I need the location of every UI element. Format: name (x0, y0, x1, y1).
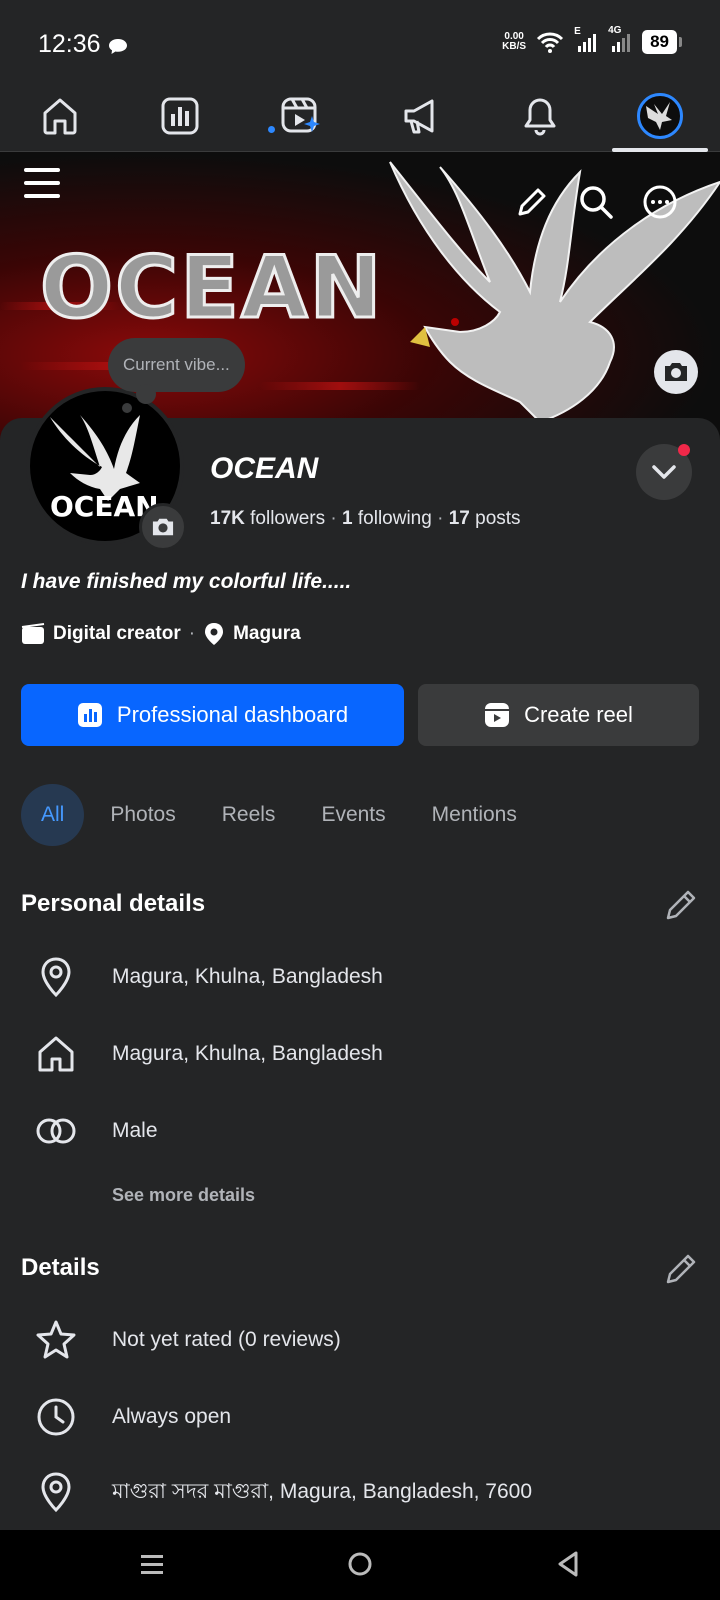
home-button-icon[interactable] (346, 1550, 374, 1578)
camera-icon (665, 363, 687, 381)
profile-avatar (637, 92, 683, 139)
system-navigation-bar (0, 1530, 720, 1600)
profile-location: Magura (233, 623, 301, 644)
nav-reels[interactable] (240, 80, 360, 151)
detail-row-address: মাগুরা সদর মাগুরা, Magura, Bangladesh, 7… (34, 1470, 532, 1514)
wifi-icon (537, 32, 564, 53)
filter-all[interactable]: All (21, 784, 85, 846)
search-icon[interactable] (576, 182, 616, 222)
following-count[interactable]: 1 (342, 508, 353, 529)
vibe-bubble-tail (136, 384, 156, 404)
more-options-icon[interactable] (640, 182, 680, 222)
posts-label: posts (475, 508, 521, 529)
detail-text: Not yet rated (0 reviews) (112, 1328, 341, 1351)
clapperboard-icon (21, 623, 45, 644)
camera-icon (152, 518, 174, 536)
location-pin-icon (41, 1472, 71, 1513)
nav-new-dot (268, 126, 275, 133)
edit-pencil-icon[interactable] (664, 888, 698, 922)
status-bar: 12:36 0.00 KB/S E 4G 89 (0, 0, 720, 80)
back-icon[interactable] (554, 1550, 582, 1578)
megaphone-icon (404, 99, 434, 133)
detail-text: Male (112, 1119, 158, 1142)
profile-name: OCEAN (210, 452, 319, 485)
recent-apps-icon[interactable] (138, 1550, 166, 1578)
profile-bio: I have finished my colorful life..... (21, 570, 352, 593)
dashboard-icon (77, 703, 102, 727)
followers-label[interactable]: followers (250, 508, 325, 529)
followers-count[interactable]: 17K (210, 508, 245, 529)
vibe-bubble-tail (122, 403, 132, 413)
create-reel-label: Create reel (524, 702, 633, 727)
menu-icon[interactable] (24, 168, 60, 207)
bell-icon (524, 98, 556, 135)
filter-events[interactable]: Events (301, 784, 405, 846)
status-icons: 0.00 KB/S E 4G 89 (502, 25, 682, 54)
detail-row-current-city: Magura, Khulna, Bangladesh (34, 955, 383, 999)
content-filter-tabs: All Photos Reels Events Mentions (21, 784, 543, 846)
detail-row-hours: Always open (34, 1395, 231, 1439)
profile-meta: Digital creator · Magura (21, 622, 301, 646)
battery-tip (679, 37, 682, 47)
profile-stats: 17K followers · 1 following · 17 posts (210, 508, 521, 529)
nav-home[interactable] (0, 80, 120, 151)
professional-dashboard-label: Professional dashboard (116, 702, 349, 727)
clock-icon (37, 1398, 75, 1436)
profile-switcher-button[interactable] (636, 444, 692, 500)
top-nav (0, 80, 720, 152)
following-label[interactable]: following (358, 508, 432, 529)
filter-reels[interactable]: Reels (202, 784, 296, 846)
detail-row-gender: Male (34, 1109, 158, 1153)
cover-camera-button[interactable] (654, 350, 698, 394)
personal-details-title: Personal details (21, 890, 206, 917)
location-pin-icon (205, 623, 224, 645)
reels-icon (485, 703, 510, 727)
notification-dot (678, 444, 690, 456)
create-reel-button[interactable]: Create reel (418, 684, 699, 746)
detail-text: Magura, Khulna, Bangladesh (112, 965, 383, 988)
home-icon (43, 98, 77, 134)
message-notification-icon (109, 39, 127, 54)
detail-row-rating: Not yet rated (0 reviews) (34, 1318, 341, 1362)
see-more-details-link[interactable]: See more details (112, 1185, 255, 1206)
gender-icon (36, 1118, 76, 1144)
net-speed: 0.00 KB/S (502, 31, 527, 52)
detail-row-hometown: Magura, Khulna, Bangladesh (34, 1032, 383, 1076)
detail-text: Magura, Khulna, Bangladesh (112, 1042, 383, 1065)
professional-dashboard-button[interactable]: Professional dashboard (21, 684, 404, 746)
nav-notifications[interactable] (480, 80, 600, 151)
status-time: 12:36 (38, 30, 101, 58)
posts-count: 17 (448, 508, 470, 529)
home-icon (38, 1036, 74, 1072)
filter-mentions[interactable]: Mentions (412, 784, 537, 846)
detail-text: মাগুরা সদর মাগুরা, Magura, Bangladesh, 7… (112, 1479, 533, 1503)
detail-text: Always open (112, 1405, 232, 1428)
avatar-camera-button[interactable] (139, 503, 187, 551)
profile-category: Digital creator (53, 623, 181, 644)
pencil-icon[interactable] (512, 182, 552, 222)
nav-dashboard[interactable] (120, 80, 240, 151)
eagle-avatar-icon (646, 101, 672, 130)
signal-4g-icon: 4G (608, 25, 632, 54)
battery-indicator: 89 (642, 30, 677, 54)
signal-icon: E (574, 26, 598, 54)
chevron-down-icon (652, 465, 676, 479)
cover-title: OCEAN (39, 237, 384, 340)
star-icon (36, 1320, 76, 1359)
current-vibe-bubble[interactable]: Current vibe... (108, 338, 245, 392)
dashboard-icon (161, 97, 199, 134)
location-pin-icon (41, 957, 71, 998)
nav-ads[interactable] (360, 80, 480, 151)
filter-photos[interactable]: Photos (90, 784, 195, 846)
details-title: Details (21, 1254, 100, 1281)
reels-icon (281, 97, 320, 132)
nav-profile[interactable] (600, 80, 720, 152)
meta-separator: · (188, 623, 196, 644)
edit-pencil-icon[interactable] (664, 1252, 698, 1286)
